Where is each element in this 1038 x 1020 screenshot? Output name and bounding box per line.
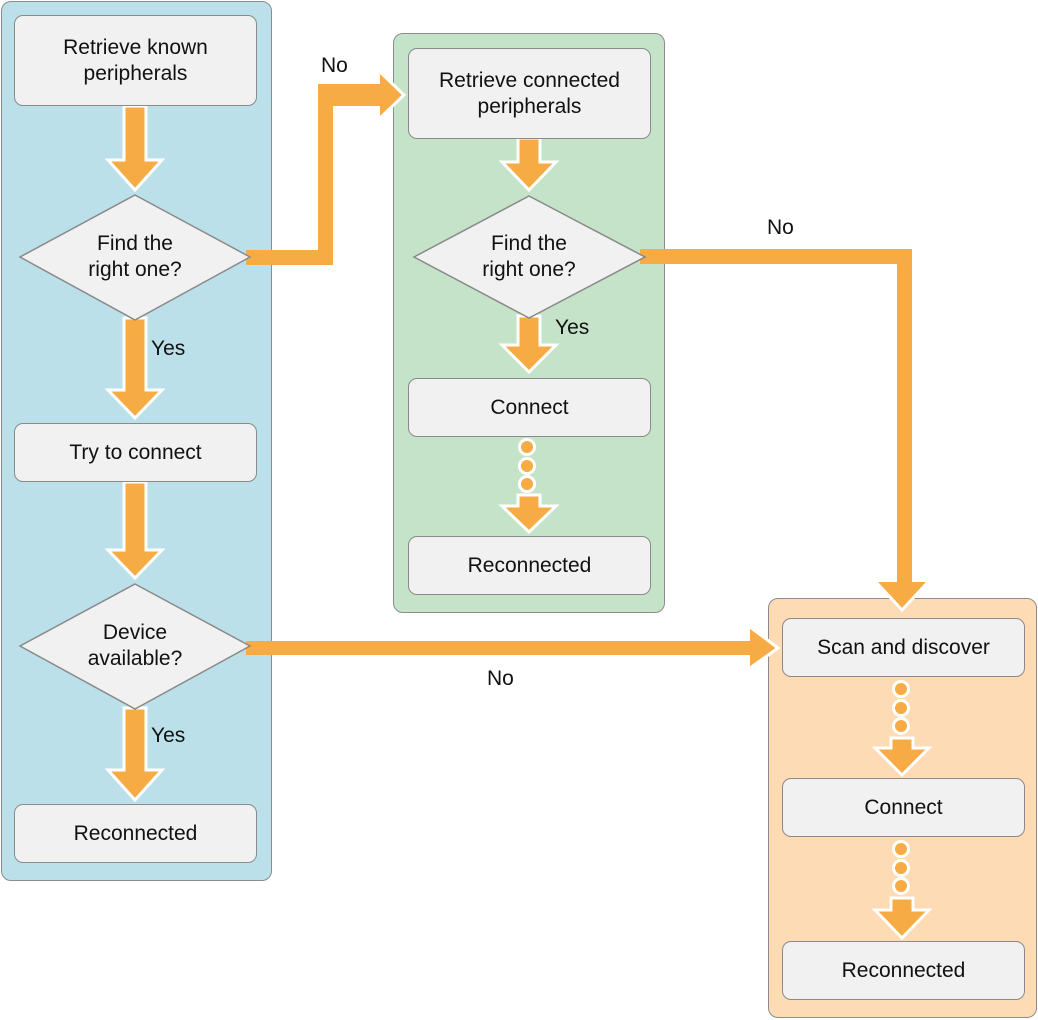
arrow-connected-find-yes <box>498 314 560 375</box>
arrow-connected-connect-to-reconnected <box>498 493 560 535</box>
dot-scan-5 <box>892 859 910 877</box>
dot-connected-2 <box>518 457 536 475</box>
node-connected-reconnected: Reconnected <box>408 536 651 595</box>
node-connected-connect: Connect <box>408 378 651 437</box>
label-available-to-scan-no: No <box>487 667 514 690</box>
arrow-connected-retrieve-to-find <box>498 136 560 193</box>
label-connected-find-yes: Yes <box>555 316 590 339</box>
dot-scan-2 <box>892 699 910 717</box>
dot-scan-1 <box>892 680 910 698</box>
node-retrieve-connected-peripherals: Retrieve connected peripherals <box>408 48 651 139</box>
label-connected-to-scan-no: No <box>767 216 794 239</box>
label-known-to-connected-no: No <box>321 54 348 77</box>
arrow-known-find-yes <box>104 316 166 421</box>
decision-available-text: Device available? <box>87 621 183 670</box>
arrow-available-no <box>246 627 778 668</box>
arrow-scan-scan-to-connect <box>871 736 933 778</box>
node-scan-reconnected: Reconnected <box>782 941 1025 1000</box>
arrow-known-retrieve-to-find <box>104 104 166 193</box>
arrow-connected-find-no <box>640 249 928 610</box>
arrow-known-available-yes <box>104 706 166 803</box>
node-try-to-connect: Try to connect <box>14 423 257 482</box>
arrow-scan-connect-to-reconnected <box>871 896 933 941</box>
arrow-known-find-no <box>246 72 404 265</box>
dot-connected-1 <box>518 438 536 456</box>
dot-connected-3 <box>518 475 536 493</box>
dot-scan-4 <box>892 840 910 858</box>
label-available-yes: Yes <box>151 724 186 747</box>
dot-scan-6 <box>892 877 910 895</box>
node-known-reconnected: Reconnected <box>14 804 257 863</box>
connectors <box>18 70 933 941</box>
node-scan-connect: Connect <box>782 778 1025 837</box>
node-retrieve-known-peripherals: Retrieve known peripherals <box>14 15 257 106</box>
arrow-known-try-to-available <box>104 480 166 581</box>
dot-scan-3 <box>892 717 910 735</box>
decision-connected-find-text: Find the right one? <box>482 232 576 281</box>
label-known-find-yes: Yes <box>151 337 186 360</box>
node-scan-and-discover: Scan and discover <box>782 618 1025 677</box>
decision-known-find-text: Find the right one? <box>88 232 182 281</box>
